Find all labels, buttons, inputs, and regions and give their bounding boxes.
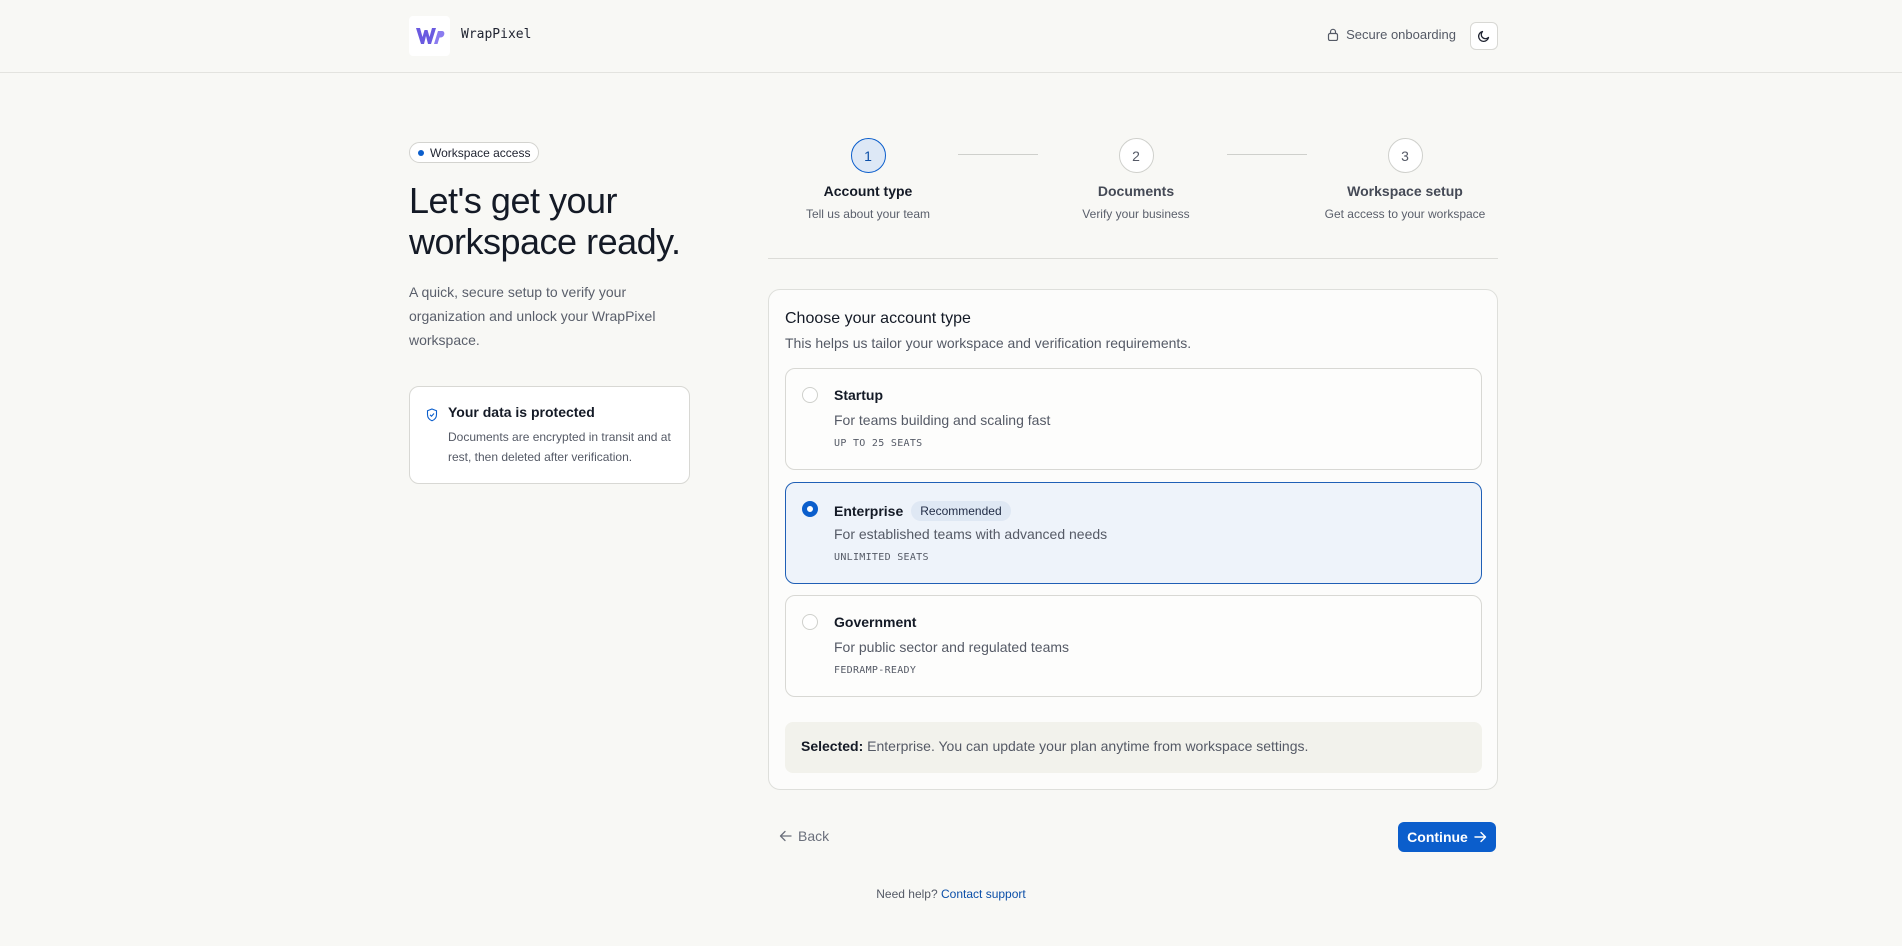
radio-enterprise[interactable] bbox=[802, 501, 818, 517]
back-label: Back bbox=[798, 828, 830, 844]
pill-label: Workspace access bbox=[430, 145, 531, 160]
secure-label: Secure onboarding bbox=[1346, 27, 1456, 42]
step-number: 1 bbox=[850, 138, 886, 173]
continue-button[interactable]: Continue bbox=[1398, 822, 1496, 852]
step-account-type[interactable]: 1 Account type Tell us about your team bbox=[768, 138, 968, 221]
summary-text: Enterprise. You can update your plan any… bbox=[867, 738, 1309, 754]
step-number: 3 bbox=[1387, 138, 1423, 173]
back-button[interactable]: Back bbox=[779, 828, 829, 844]
stepper: 1 Account type Tell us about your team 2… bbox=[768, 138, 1498, 259]
summary-label: Selected: bbox=[801, 738, 864, 754]
brand-name: WrapPixel bbox=[461, 27, 532, 42]
logo[interactable] bbox=[409, 16, 450, 56]
lock-icon bbox=[1328, 28, 1339, 41]
step-desc: Tell us about your team bbox=[805, 207, 931, 221]
radio-startup[interactable] bbox=[802, 387, 818, 403]
help-text: Need help? bbox=[876, 887, 938, 901]
step-title: Documents bbox=[1097, 183, 1175, 199]
card-title: Choose your account type bbox=[785, 310, 971, 327]
option-desc: For public sector and regulated teams bbox=[834, 639, 1070, 655]
step-title: Account type bbox=[823, 183, 913, 199]
option-meta: UNLIMITED SEATS bbox=[834, 552, 929, 563]
step-connector bbox=[1227, 154, 1307, 155]
arrow-left-icon bbox=[779, 830, 792, 842]
option-desc: For established teams with advanced need… bbox=[834, 526, 1108, 542]
page-title: Let's get your workspace ready. bbox=[409, 180, 681, 262]
top-bar: WrapPixel Secure onboarding bbox=[0, 0, 1902, 73]
dot-icon bbox=[418, 149, 424, 156]
step-title: Workspace setup bbox=[1347, 183, 1463, 199]
selection-summary: Selected: Enterprise. You can update you… bbox=[785, 722, 1482, 773]
account-type-card: Choose your account type This helps us t… bbox=[768, 289, 1498, 790]
recommended-badge: Recommended bbox=[911, 501, 1011, 521]
moon-icon bbox=[1477, 30, 1490, 43]
continue-label: Continue bbox=[1407, 829, 1468, 845]
step-documents[interactable]: 2 Documents Verify your business bbox=[1036, 138, 1236, 221]
arrow-right-icon bbox=[1474, 831, 1487, 843]
step-workspace-setup[interactable]: 3 Workspace setup Get access to your wor… bbox=[1305, 138, 1505, 221]
intro-panel: Workspace access Let's get your workspac… bbox=[409, 142, 691, 484]
option-enterprise[interactable]: Enterprise Recommended For established t… bbox=[785, 482, 1482, 584]
protect-title: Your data is protected bbox=[448, 404, 595, 420]
radio-government[interactable] bbox=[802, 614, 818, 630]
data-protected-card: Your data is protected Documents are enc… bbox=[409, 386, 690, 484]
step-connector bbox=[958, 154, 1038, 155]
protect-text: Documents are encrypted in transit and a… bbox=[448, 430, 671, 464]
option-meta: UP TO 25 SEATS bbox=[834, 438, 923, 449]
workspace-access-pill: Workspace access bbox=[409, 142, 540, 163]
option-name: Enterprise Recommended bbox=[834, 501, 1011, 521]
option-startup[interactable]: Startup For teams building and scaling f… bbox=[785, 368, 1482, 470]
step-desc: Get access to your workspace bbox=[1324, 207, 1486, 221]
step-number: 2 bbox=[1118, 138, 1154, 173]
option-desc: For teams building and scaling fast bbox=[834, 412, 1051, 428]
option-name: Government bbox=[834, 614, 917, 630]
wp-logo-icon bbox=[415, 28, 444, 44]
help-footer: Need help? Contact support bbox=[0, 887, 1902, 901]
step-desc: Verify your business bbox=[1082, 207, 1190, 221]
contact-support-link[interactable]: Contact support bbox=[941, 887, 1026, 901]
shield-check-icon bbox=[426, 408, 438, 422]
option-government[interactable]: Government For public sector and regulat… bbox=[785, 595, 1482, 697]
card-subtitle: This helps us tailor your workspace and … bbox=[785, 335, 1192, 351]
option-name: Startup bbox=[834, 387, 883, 403]
option-meta: FEDRAMP-READY bbox=[834, 665, 917, 676]
theme-toggle-button[interactable] bbox=[1470, 22, 1498, 50]
secure-onboarding: Secure onboarding bbox=[1327, 27, 1456, 42]
page-subtitle: A quick, secure setup to verify your org… bbox=[409, 284, 656, 348]
